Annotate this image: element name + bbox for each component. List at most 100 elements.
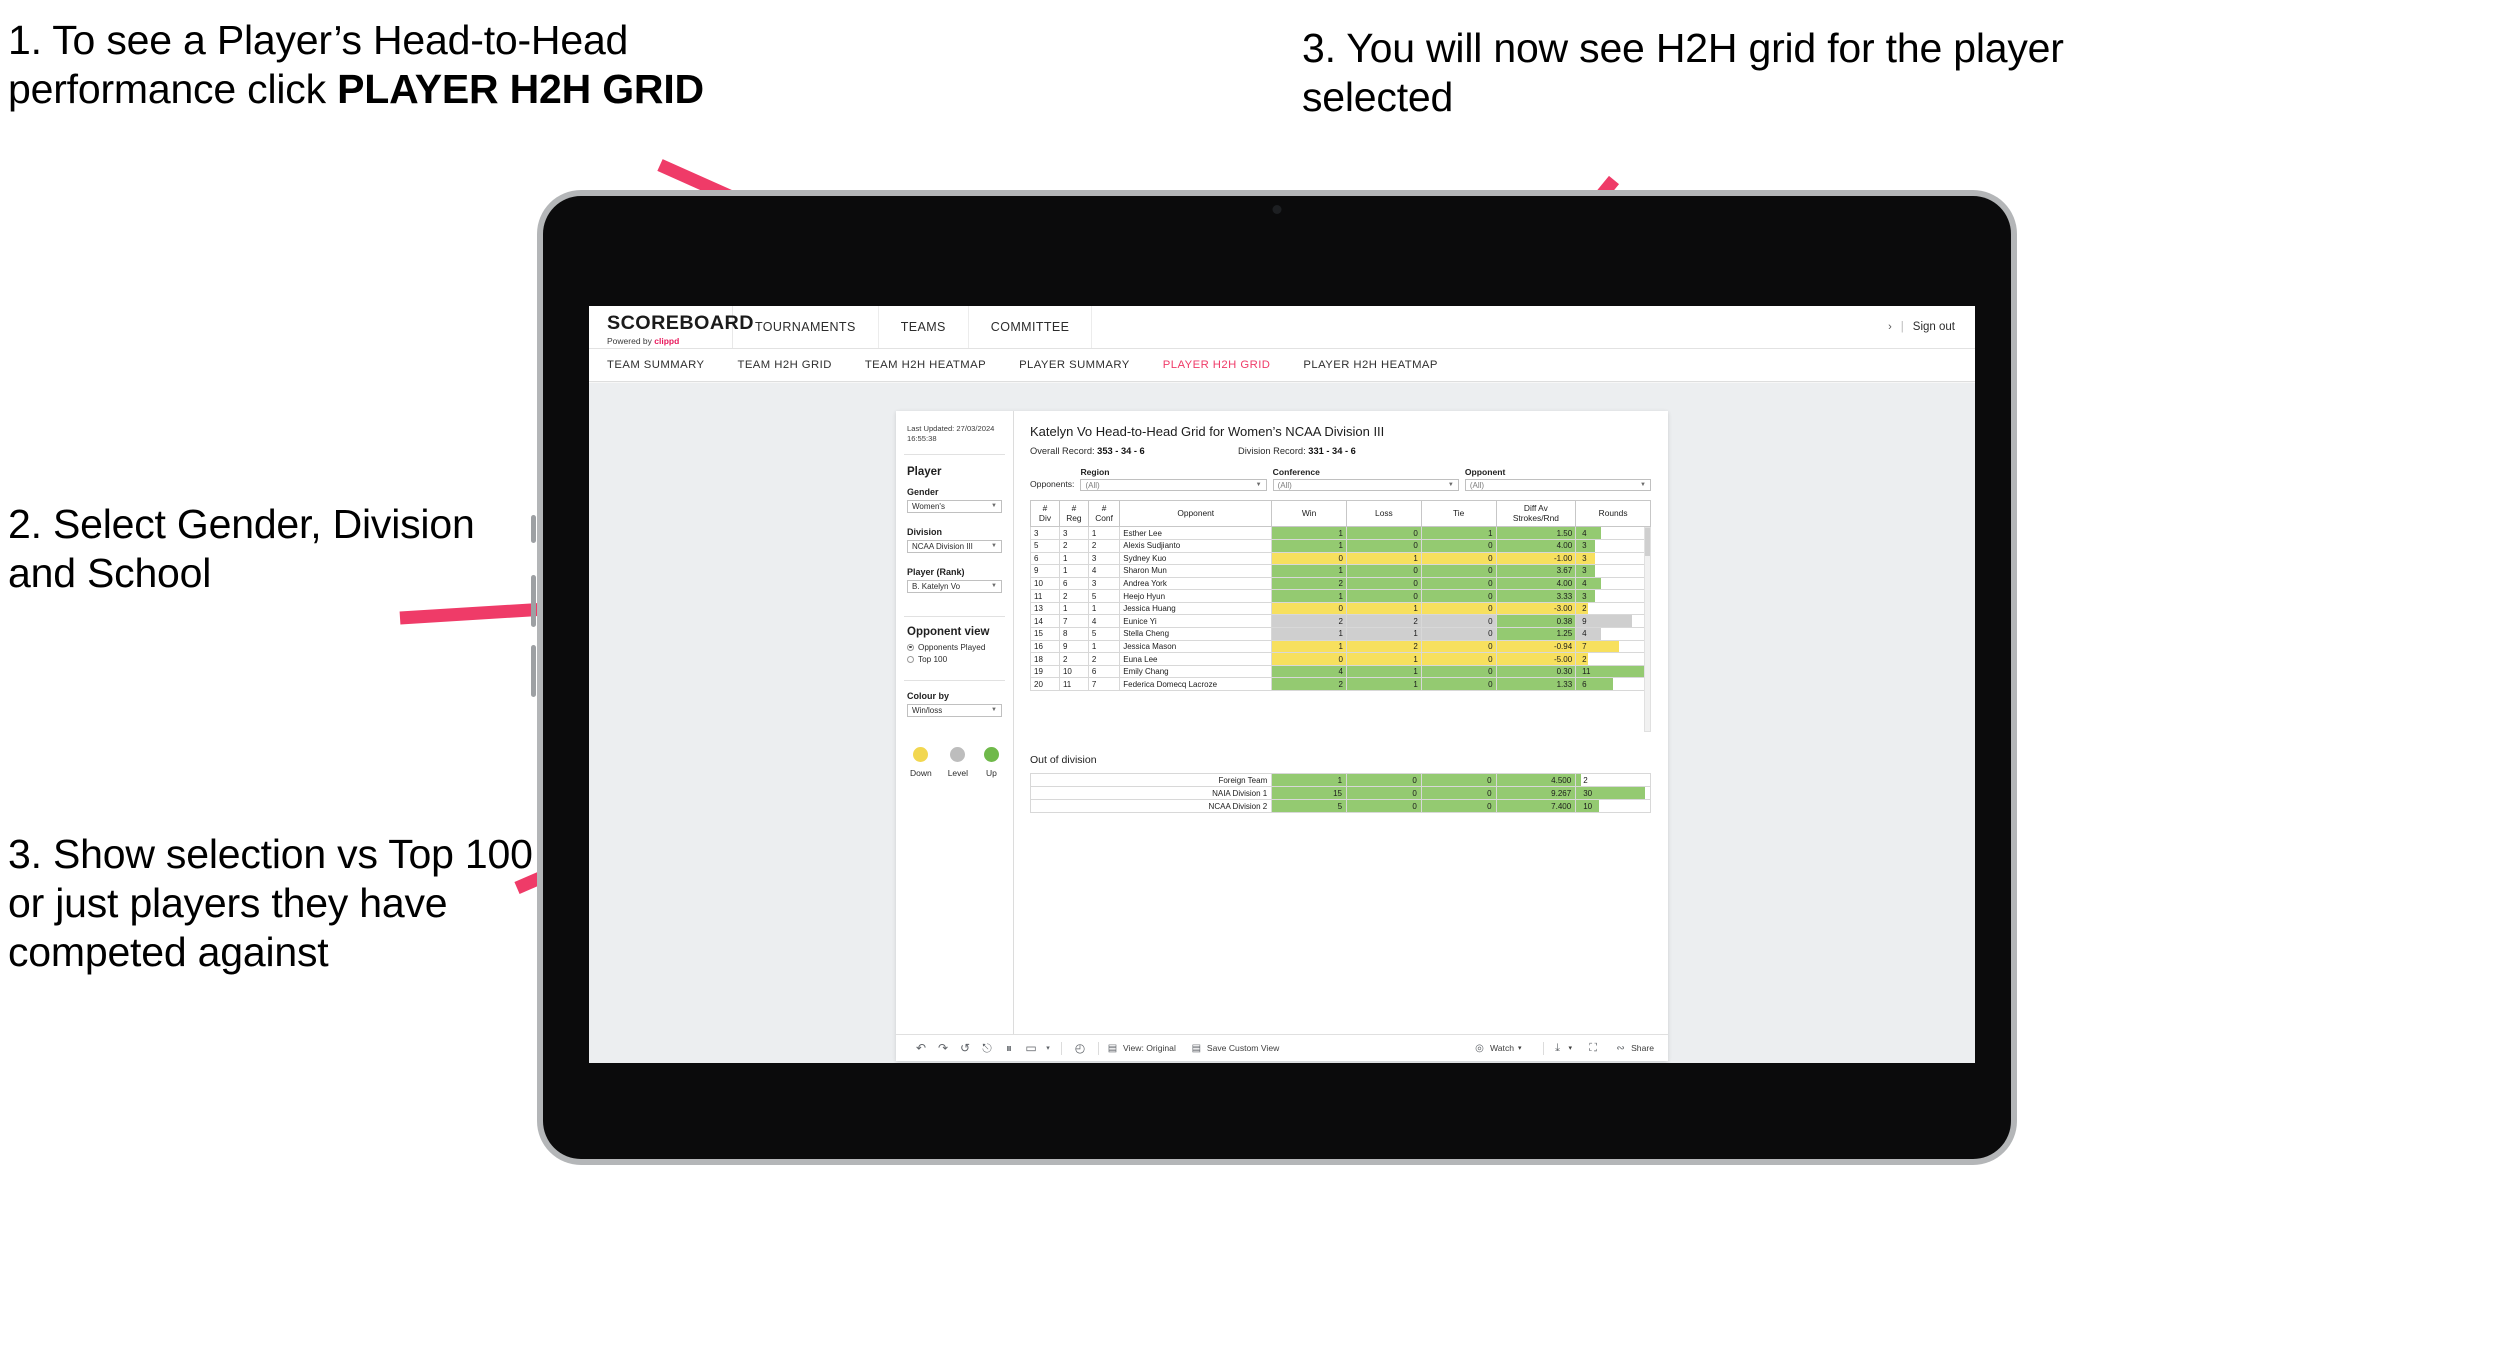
table-row[interactable]: 3 3 1 Esther Lee 1 0 1 1.50 4 xyxy=(1030,526,1651,540)
table-row[interactable]: 16 9 1 Jessica Mason 1 2 0 -0.94 7 xyxy=(1030,639,1651,654)
chevron-down-icon: ▼ xyxy=(1447,482,1454,488)
radio-top-100[interactable]: Top 100 xyxy=(907,655,1002,664)
table-cell: Foreign Team xyxy=(1029,773,1273,787)
table-row[interactable]: 20 11 7 Federica Domecq Lacroze 2 1 0 1.33 6 xyxy=(1030,677,1651,692)
table-row[interactable]: Foreign Team 1 0 0 4.500 2 xyxy=(1029,773,1651,787)
table-cell: 5 xyxy=(1087,627,1121,641)
redo-icon[interactable]: ↷ xyxy=(932,1041,954,1055)
gender-label: Gender xyxy=(907,486,939,497)
table-row[interactable]: 5 2 2 Alexis Sudjianto 1 0 0 4.00 3 xyxy=(1030,538,1651,553)
subnav-team-summary[interactable]: TEAM SUMMARY xyxy=(607,359,704,371)
history-clock-icon[interactable]: ◴ xyxy=(1069,1041,1091,1055)
table-cell: 10 xyxy=(1058,664,1089,679)
watch-button[interactable]: ◎ Watch ▾ xyxy=(1473,1043,1521,1054)
last-updated-text: Last Updated: 27/03/2024 16:55:38 xyxy=(907,424,995,444)
grid-col-header: Diff Av Strokes/Rnd xyxy=(1495,500,1577,528)
table-row[interactable]: 18 2 2 Euna Lee 0 1 0 -5.00 2 xyxy=(1030,652,1651,666)
division-select[interactable]: NCAA Division III ▼ xyxy=(907,539,1002,553)
chevron-down-icon[interactable]: ▾ xyxy=(1042,1044,1054,1052)
table-cell: 3 xyxy=(1087,551,1121,566)
table-cell: 4.00 xyxy=(1495,576,1577,591)
table-cell: 1 xyxy=(1271,589,1347,603)
h2h-grid-scroll-area[interactable]: # Div # Reg # Conf Opponent Win Loss Tie Diff Av St… xyxy=(1030,500,1651,732)
subnav-player-summary[interactable]: PLAYER SUMMARY xyxy=(1019,359,1130,371)
table-cell: 2 xyxy=(1271,576,1347,591)
table-cell: 2 xyxy=(1058,589,1089,603)
table-cell: 1.33 xyxy=(1495,677,1577,692)
table-cell: 2 xyxy=(1271,677,1347,692)
table-row[interactable]: NCAA Division 2 5 0 0 7.400 10 xyxy=(1029,799,1651,813)
sign-out-link[interactable]: Sign out xyxy=(1913,321,1955,333)
table-cell: 4.500 xyxy=(1495,773,1577,787)
subnav-team-h2h-grid[interactable]: TEAM H2H GRID xyxy=(737,359,831,371)
legend-label-level: Level xyxy=(947,767,969,778)
table-cell: 0 xyxy=(1420,576,1497,591)
table-cell: 13 xyxy=(1030,601,1060,616)
gender-select[interactable]: Women's ▼ xyxy=(907,499,1002,513)
clippd-name: clippd xyxy=(654,335,680,346)
chevron-down-icon: ▼ xyxy=(1255,482,1262,488)
share-button[interactable]: ∾ Share xyxy=(1614,1043,1654,1054)
grid-scrollbar-thumb[interactable] xyxy=(1645,528,1650,556)
h2h-grid-wrapper: # Div # Reg # Conf Opponent Win Loss Tie Diff Av St… xyxy=(1030,500,1651,732)
radio-opponents-played[interactable]: Opponents Played xyxy=(907,643,1002,652)
player-rank-select[interactable]: B. Katelyn Vo ▼ xyxy=(907,579,1002,593)
nav-tournaments[interactable]: TOURNAMENTS xyxy=(733,306,879,348)
brand-logo[interactable]: SCOREBOARD Powered by clippd xyxy=(589,306,753,348)
out-of-division-table: Foreign Team 1 0 0 4.500 2 NAIA Division 1 15 0 0… xyxy=(1029,773,1651,813)
table-row[interactable]: 6 1 3 Sydney Kuo 0 1 0 -1.00 3 xyxy=(1030,551,1651,566)
download-button[interactable]: ⤓ ▾ xyxy=(1551,1041,1572,1055)
secondary-nav: TEAM SUMMARY TEAM H2H GRID TEAM H2H HEAT… xyxy=(589,349,1975,382)
nav-committee[interactable]: COMMITTEE xyxy=(969,306,1093,348)
annotation-1-bold: PLAYER H2H GRID xyxy=(337,66,704,113)
table-cell: 18 xyxy=(1030,652,1060,666)
refresh-icon[interactable]: ⎋ xyxy=(976,1041,998,1056)
table-cell: 0 xyxy=(1271,551,1347,566)
table-cell-rounds: 9 xyxy=(1575,614,1651,629)
table-row[interactable]: 10 6 3 Andrea York 2 0 0 4.00 4 xyxy=(1030,576,1651,591)
subnav-player-h2h-heatmap[interactable]: PLAYER H2H HEATMAP xyxy=(1303,359,1438,371)
table-cell-rounds: 3 xyxy=(1575,589,1651,603)
colour-by-select[interactable]: Win/loss ▼ xyxy=(907,703,1002,717)
table-cell-rounds: 30 xyxy=(1575,786,1651,800)
grid-panel: Katelyn Vo Head-to-Head Grid for Women’s… xyxy=(1014,411,1668,1034)
download-icon: ⤓ xyxy=(1555,1041,1560,1054)
table-cell: Eunice Yi xyxy=(1119,614,1273,629)
table-cell: 2 xyxy=(1087,538,1121,553)
table-cell: 7 xyxy=(1087,677,1121,692)
grid-col-header: # Conf xyxy=(1087,500,1121,528)
table-row[interactable]: 13 1 1 Jessica Huang 0 1 0 -3.00 2 xyxy=(1030,601,1651,616)
table-row[interactable]: 9 1 4 Sharon Mun 1 0 0 3.67 3 xyxy=(1030,564,1651,578)
subnav-team-h2h-heatmap[interactable]: TEAM H2H HEATMAP xyxy=(865,359,986,371)
reset-icon[interactable]: ▭ xyxy=(1020,1041,1042,1055)
region-select[interactable]: (All) ▼ xyxy=(1080,479,1267,491)
region-label: Region xyxy=(1080,467,1110,477)
fullscreen-button[interactable]: ⛶ xyxy=(1586,1042,1600,1055)
table-cell: 2 xyxy=(1346,614,1422,629)
device-button-power xyxy=(531,515,536,543)
table-row[interactable]: 14 7 4 Eunice Yi 2 2 0 0.38 9 xyxy=(1030,614,1651,629)
opponent-select[interactable]: (All) ▼ xyxy=(1464,479,1651,491)
table-row[interactable]: NAIA Division 1 15 0 0 9.267 30 xyxy=(1029,786,1651,800)
table-row[interactable]: 19 10 6 Emily Chang 4 1 0 0.30 11 xyxy=(1030,664,1651,679)
conference-select[interactable]: (All) ▼ xyxy=(1272,479,1459,491)
revert-icon[interactable]: ↺ xyxy=(954,1041,976,1055)
pause-icon[interactable]: ⏸ xyxy=(998,1041,1020,1056)
table-cell-rounds: 3 xyxy=(1575,564,1651,578)
subnav-player-h2h-grid[interactable]: PLAYER H2H GRID xyxy=(1163,359,1271,371)
undo-icon[interactable]: ↶ xyxy=(910,1041,932,1055)
table-row[interactable]: 11 2 5 Heejo Hyun 1 0 0 3.33 3 xyxy=(1030,589,1651,603)
table-cell: 1 xyxy=(1087,526,1121,540)
table-row[interactable]: 15 8 5 Stella Cheng 1 1 0 1.25 4 xyxy=(1030,627,1651,641)
table-cell: 10 xyxy=(1030,576,1060,591)
save-custom-view-button[interactable]: ▤ Save Custom View xyxy=(1190,1043,1280,1054)
table-cell: 1 xyxy=(1271,526,1347,540)
view-original-button[interactable]: ▤ View: Original xyxy=(1106,1043,1176,1054)
grid-scrollbar[interactable] xyxy=(1644,527,1651,732)
table-cell-rounds: 3 xyxy=(1575,551,1651,566)
divider xyxy=(1061,1041,1062,1055)
table-cell: 2 xyxy=(1058,538,1089,553)
nav-teams[interactable]: TEAMS xyxy=(879,306,969,348)
chevron-right-icon[interactable]: › xyxy=(1888,321,1892,333)
table-cell: 3 xyxy=(1058,526,1089,540)
